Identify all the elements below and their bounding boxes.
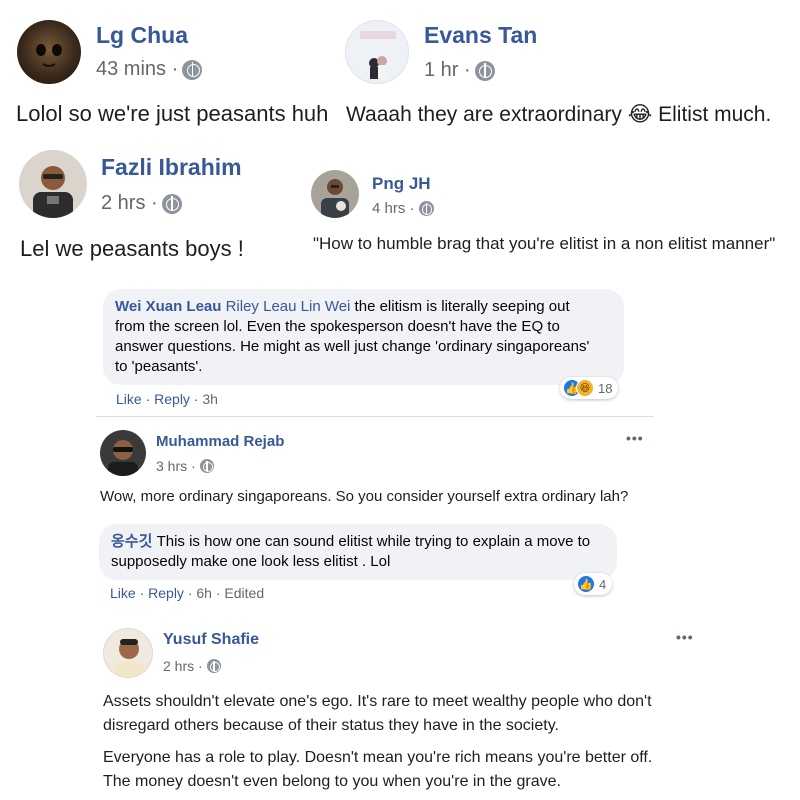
comment-text: "How to humble brag that you're elitist … — [313, 234, 776, 253]
reply-time[interactable]: 3h — [202, 391, 218, 407]
commenter-name[interactable]: Fazli Ibrahim — [101, 154, 242, 181]
reply-text-line: supposedly make one look less elitist . … — [111, 553, 391, 570]
laughing-emoji-icon: 😂 — [627, 103, 653, 126]
globe-icon — [206, 659, 221, 673]
comment-text: Lolol so we're just peasants huh — [16, 101, 329, 126]
avatar[interactable] — [103, 628, 153, 678]
comment-time[interactable]: 2 hrs · — [163, 658, 221, 674]
more-options-icon[interactable]: ••• — [676, 629, 694, 645]
comment-time[interactable]: 4 hrs · — [372, 200, 434, 217]
globe-icon — [182, 59, 203, 80]
globe-icon — [199, 459, 214, 473]
reaction-count: 18 — [598, 380, 613, 396]
avatar[interactable] — [17, 20, 81, 84]
reply-text-line: from the screen lol. Even the spokespers… — [115, 318, 560, 335]
reply-link[interactable]: Reply — [148, 585, 184, 601]
comment-text: Waaah they are extraordinary 😂 Elitist m… — [346, 103, 772, 126]
reaction-summary[interactable]: 👍 😆 18 — [560, 377, 619, 399]
comment-paragraph: Assets shouldn't elevate one's ego. It's… — [103, 693, 652, 734]
reply-author[interactable]: 옹수깃 — [111, 533, 152, 550]
haha-reaction-icon: 😆 — [576, 379, 594, 397]
avatar[interactable] — [19, 150, 87, 218]
commenter-name[interactable]: Evans Tan — [424, 22, 537, 49]
more-options-icon[interactable]: ••• — [626, 430, 644, 446]
reaction-summary[interactable]: 👍 4 — [574, 573, 613, 595]
reply-bubble: 옹수깃 This is how one can sound elitist wh… — [99, 524, 617, 580]
mention-link[interactable]: Riley Leau Lin Wei — [226, 298, 351, 315]
reply-link[interactable]: Reply — [154, 391, 190, 407]
avatar[interactable] — [100, 430, 146, 476]
reaction-count: 4 — [599, 576, 607, 592]
like-link[interactable]: Like — [116, 391, 142, 407]
commenter-name[interactable]: Yusuf Shafie — [163, 631, 259, 649]
reply-text-line: to 'peasants'. — [115, 358, 203, 375]
reply-time[interactable]: 6h — [196, 585, 212, 601]
reply-actions: Like · Reply · 3h — [116, 391, 218, 407]
like-link[interactable]: Like — [110, 585, 136, 601]
globe-icon — [418, 201, 434, 216]
comment-time[interactable]: 43 mins · — [96, 58, 203, 81]
globe-icon — [161, 193, 182, 214]
edited-label[interactable]: Edited — [224, 585, 264, 601]
reply-author[interactable]: Wei Xuan Leau — [115, 298, 221, 315]
reply-actions: Like · Reply · 6h · Edited — [110, 585, 265, 601]
comment-time[interactable]: 2 hrs · — [101, 192, 182, 215]
reply-bubble: Wei Xuan Leau Riley Leau Lin Wei the eli… — [103, 289, 624, 385]
comment-paragraph: Everyone has a role to play. Doesn't mea… — [103, 749, 653, 790]
commenter-name[interactable]: Lg Chua — [96, 22, 188, 49]
avatar[interactable] — [311, 170, 359, 218]
divider — [96, 416, 654, 417]
comment-time[interactable]: 3 hrs · — [156, 458, 214, 474]
comment-text: Wow, more ordinary singaporeans. So you … — [100, 488, 629, 505]
commenter-name[interactable]: Muhammad Rejab — [156, 433, 284, 450]
globe-icon — [474, 60, 495, 81]
avatar[interactable] — [345, 20, 409, 84]
like-reaction-icon: 👍 — [577, 575, 595, 593]
commenter-name[interactable]: Png JH — [372, 174, 431, 194]
comment-time[interactable]: 1 hr · — [424, 59, 495, 82]
comment-text: Lel we peasants boys ! — [20, 236, 244, 261]
reply-text-line: answer questions. He might as well just … — [115, 338, 590, 355]
